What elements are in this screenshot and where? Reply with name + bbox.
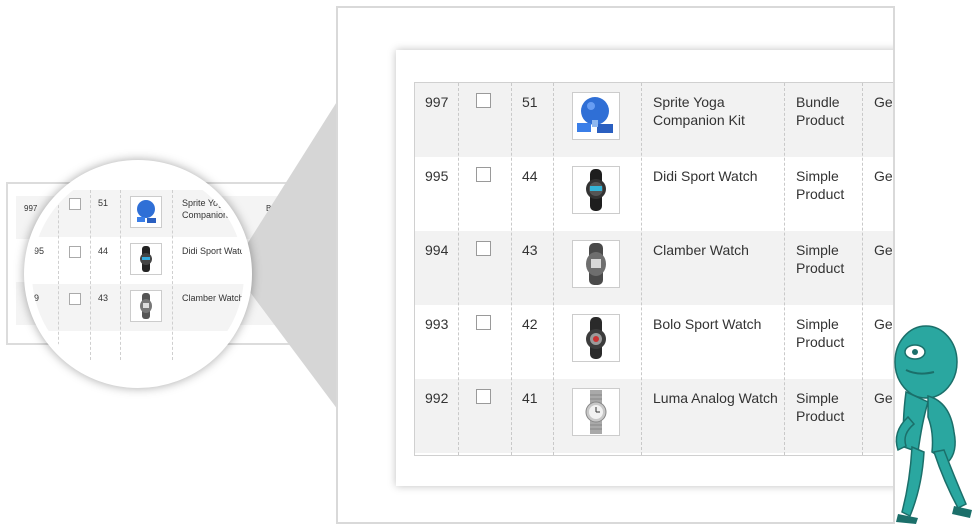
column-divider xyxy=(458,83,459,455)
mag-divider xyxy=(58,190,59,360)
mascot-illustration xyxy=(894,325,972,524)
table-row[interactable]: 992 41 Luma Analog Watch Simple Product … xyxy=(415,379,893,453)
mag-id: 95 xyxy=(34,246,45,256)
mag-checkbox xyxy=(69,293,81,305)
cell-attribute-set: Gea xyxy=(874,168,893,184)
column-divider xyxy=(511,83,512,455)
cell-id: 997 xyxy=(425,94,449,110)
cell-type: Simple xyxy=(796,242,839,258)
cell-id: 992 xyxy=(425,390,449,406)
cell-id: 995 xyxy=(425,168,449,184)
cell-name: Sprite Yoga xyxy=(653,94,725,110)
cell-type: Simple xyxy=(796,390,839,406)
cell-name-line2: Companion Kit xyxy=(653,112,745,128)
table-row[interactable]: 994 43 Clamber Watch Simple Product Gea xyxy=(415,231,893,305)
cell-type-line2: Product xyxy=(796,334,845,350)
table-row[interactable]: 995 44 Didi Sport Watch Simple Product G… xyxy=(415,157,893,231)
table-row[interactable]: 993 42 Bolo Sport Watch Simple Product G… xyxy=(415,305,893,379)
product-grid: 997 51 Sprite Yoga Companion Kit Bundle … xyxy=(414,82,893,456)
cell-type: Simple xyxy=(796,168,839,184)
row-checkbox[interactable] xyxy=(476,389,491,404)
mag-product-id: 51 xyxy=(98,198,109,208)
cell-type-line2: Product xyxy=(796,260,845,276)
cell-type-line2: Product xyxy=(796,408,845,424)
column-divider xyxy=(553,83,554,455)
mag-name: Clamber Watch xyxy=(182,293,244,303)
mag-product-id: 43 xyxy=(98,293,109,303)
sport-watch-image xyxy=(572,166,620,214)
bolo-watch-image xyxy=(572,314,620,362)
cell-id: 993 xyxy=(425,316,449,332)
mag-product-id: 44 xyxy=(98,246,109,256)
row-checkbox[interactable] xyxy=(476,241,491,256)
cell-product-id: 41 xyxy=(522,390,538,406)
cell-product-id: 42 xyxy=(522,316,538,332)
cell-product-id: 43 xyxy=(522,242,538,258)
sport-watch-image xyxy=(130,243,162,275)
yoga-kit-image xyxy=(130,196,162,228)
table-row[interactable]: 997 51 Sprite Yoga Companion Kit Bundle … xyxy=(415,83,893,157)
clamber-watch-image xyxy=(130,290,162,322)
cell-name: Clamber Watch xyxy=(653,242,749,258)
mag-name: Didi Sport Watch xyxy=(182,246,250,256)
zoomed-view-frame: 997 51 Sprite Yoga Companion Kit Bundle … xyxy=(336,6,895,524)
row-checkbox[interactable] xyxy=(476,315,491,330)
clamber-watch-image xyxy=(572,240,620,288)
mag-name-2: Companion Kit xyxy=(182,210,242,220)
cell-type-line2: Product xyxy=(796,112,845,128)
mag-id: 997 xyxy=(34,198,50,208)
mag-id: 9 xyxy=(34,293,40,303)
column-divider xyxy=(784,83,785,455)
cell-name: Didi Sport Watch xyxy=(653,168,758,184)
cell-name: Luma Analog Watch xyxy=(653,390,778,406)
cell-type: Simple xyxy=(796,316,839,332)
cell-type: Bundle xyxy=(796,94,840,110)
row-checkbox[interactable] xyxy=(476,167,491,182)
column-divider xyxy=(641,83,642,455)
column-divider xyxy=(862,83,863,455)
mag-checkbox xyxy=(69,246,81,258)
mag-checkbox xyxy=(69,198,81,210)
cell-attribute-set: Gea xyxy=(874,242,893,258)
mag-name: Sprite Yoga xyxy=(182,198,229,208)
cell-id: 994 xyxy=(425,242,449,258)
row-checkbox[interactable] xyxy=(476,93,491,108)
mag-divider xyxy=(172,190,173,360)
cell-name: Bolo Sport Watch xyxy=(653,316,762,332)
mag-divider xyxy=(90,190,91,360)
cell-attribute-set: Gea xyxy=(874,94,893,110)
mag-divider xyxy=(120,190,121,360)
cell-type-line2: Product xyxy=(796,186,845,202)
yoga-kit-image xyxy=(572,92,620,140)
product-grid-panel: 997 51 Sprite Yoga Companion Kit Bundle … xyxy=(396,50,893,486)
cell-product-id: 51 xyxy=(522,94,538,110)
analog-watch-image xyxy=(572,388,620,436)
cell-product-id: 44 xyxy=(522,168,538,184)
magnifier-lens: 997 51 Sprite Yoga Companion Kit 95 44 D… xyxy=(24,160,252,388)
